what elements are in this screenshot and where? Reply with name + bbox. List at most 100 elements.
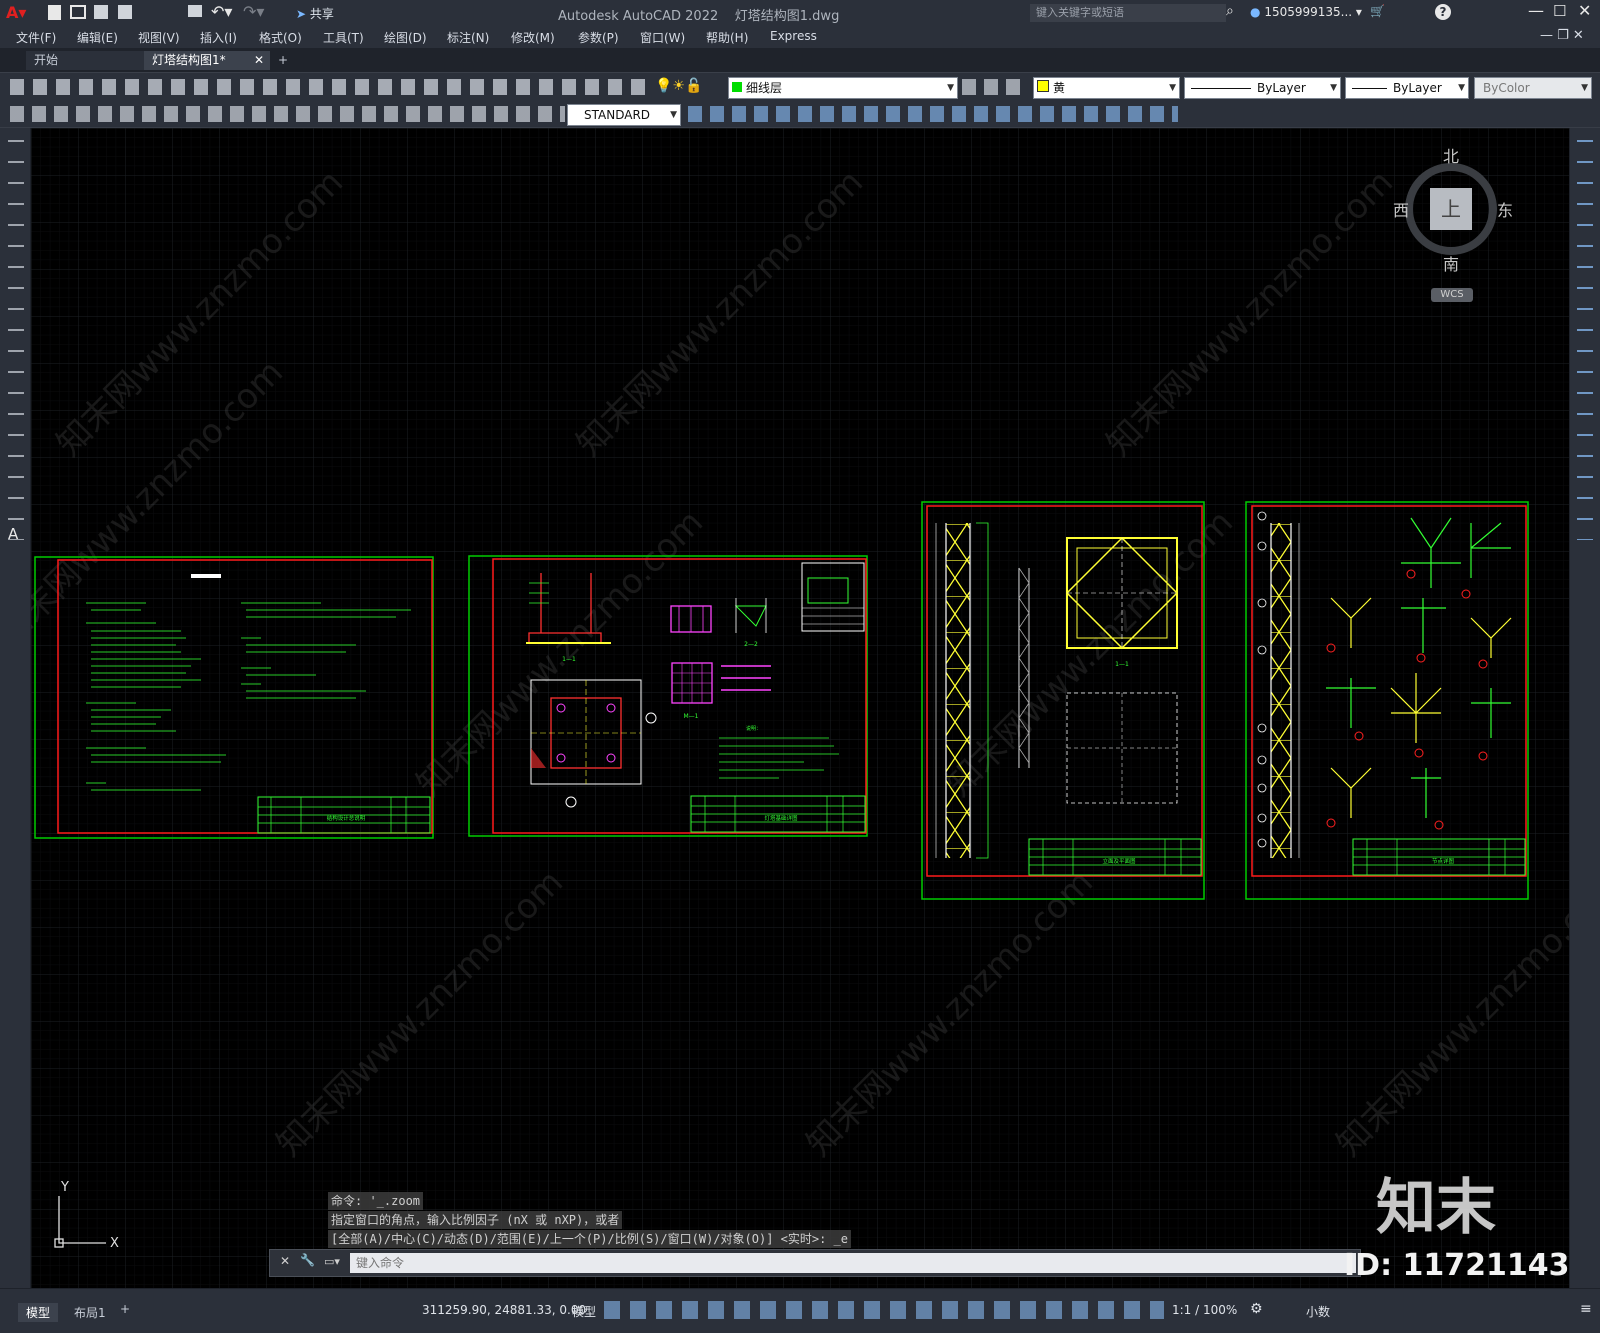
status-bar: 模型 布局1 + 311259.90, 24881.33, 0.00 模型 1:…	[0, 1289, 1600, 1333]
autocad-logo-icon[interactable]: A▾	[6, 3, 26, 23]
plotstyle-dropdown[interactable]: ByColor ▼	[1474, 77, 1592, 99]
add-layout-button[interactable]: +	[120, 1302, 130, 1316]
maximize-button[interactable]: ☐	[1553, 2, 1566, 20]
toolbar-icons-row1[interactable]	[10, 79, 650, 95]
share-icon: ➤	[296, 7, 307, 21]
ucs-x-label: X	[110, 1236, 119, 1251]
file-tab-bar: 开始 灯塔结构图1* ✕ +	[0, 48, 1600, 73]
doc-window-controls[interactable]: — ❐ ✕	[1540, 28, 1584, 43]
file-name: 灯塔结构图1.dwg	[734, 9, 840, 24]
search-box[interactable]: 键入关键字或短语	[1030, 4, 1226, 22]
sheet-title: 节点详图	[1432, 857, 1455, 865]
menu-help[interactable]: 帮助(H)	[706, 29, 748, 46]
menu-edit[interactable]: 编辑(E)	[77, 29, 118, 46]
tab-label: 灯塔结构图1*	[152, 53, 226, 67]
redo-icon[interactable]: ↷▾	[243, 2, 264, 21]
help-icon[interactable]: ?	[1435, 4, 1451, 20]
section-label: 2—2	[744, 641, 758, 648]
tab-drawing[interactable]: 灯塔结构图1* ✕	[144, 51, 270, 70]
section-label: 1—1	[562, 656, 576, 663]
save-icon[interactable]	[94, 5, 108, 19]
menu-draw[interactable]: 绘图(D)	[384, 29, 427, 46]
plot-icon[interactable]	[188, 5, 202, 17]
close-tab-icon[interactable]: ✕	[254, 51, 264, 70]
color-dropdown[interactable]: 黄 ▼	[1033, 77, 1180, 99]
layout-tab-layout1[interactable]: 布局1	[70, 1303, 110, 1322]
draw-palette: A	[0, 128, 30, 1288]
open-file-icon[interactable]	[70, 5, 86, 19]
user-menu[interactable]: ● 1505999135... ▾	[1250, 5, 1362, 19]
menu-insert[interactable]: 插入(I)	[200, 29, 237, 46]
layer-dropdown[interactable]: 细线层 ▼	[728, 77, 958, 99]
annotation-scale[interactable]: 1:1 / 100%	[1172, 1303, 1237, 1317]
wcs-menu[interactable]: WCS	[1431, 288, 1473, 302]
drawing-canvas[interactable]: 知末网www.znzmo.com 知末网www.znzmo.com 知末网www…	[31, 128, 1569, 1288]
cart-icon[interactable]: 🛒	[1370, 4, 1385, 18]
compass-north[interactable]: 北	[1443, 143, 1459, 167]
text-style-name: STANDARD	[584, 108, 651, 122]
menu-modify[interactable]: 修改(M)	[511, 29, 555, 46]
menu-window[interactable]: 窗口(W)	[640, 29, 685, 46]
menu-dimension[interactable]: 标注(N)	[447, 29, 489, 46]
new-tab-button[interactable]: +	[270, 51, 296, 70]
share-button[interactable]: ➤ 共享	[296, 5, 334, 22]
detail-label: M—1	[684, 713, 699, 720]
draw-modify-toolbar: STANDARD ▼	[0, 101, 1600, 128]
watermark-id: ID: 1172114354	[1344, 1248, 1569, 1283]
coordinates-readout[interactable]: 311259.90, 24881.33, 0.00	[422, 1303, 586, 1317]
modify-toolbar-icons[interactable]	[688, 106, 1178, 122]
customize-icon[interactable]: 🔧	[300, 1253, 315, 1267]
settings-gear-icon[interactable]: ⚙	[1250, 1301, 1263, 1317]
modify-tools-icons[interactable]	[1577, 140, 1593, 540]
menu-parametric[interactable]: 参数(P)	[578, 29, 619, 46]
units-toggle[interactable]: 小数	[1306, 1303, 1330, 1320]
menu-view[interactable]: 视图(V)	[138, 29, 180, 46]
undo-icon[interactable]: ↶▾	[211, 2, 232, 21]
share-label: 共享	[309, 7, 334, 21]
close-window-button[interactable]: ✕	[1578, 1, 1591, 20]
layout-tab-model[interactable]: 模型	[18, 1303, 59, 1322]
menu-express[interactable]: Express	[770, 29, 817, 43]
command-input[interactable]: 键入命令	[350, 1253, 1356, 1273]
standard-toolbar: 💡☀🔓 细线层 ▼ 黄 ▼ ByLayer ▼ ByLayer ▼ ByColor ▼	[0, 73, 1600, 102]
menu-format[interactable]: 格式(O)	[259, 29, 302, 46]
lineweight-dropdown[interactable]: ByLayer ▼	[1345, 77, 1469, 99]
compass-south[interactable]: 南	[1443, 251, 1459, 275]
sheet-title: 立面及平面图	[1102, 857, 1136, 865]
model-space: 知末网www.znzmo.com 知末网www.znzmo.com 知末网www…	[31, 128, 1569, 1288]
command-history-line: 指定窗口的角点，输入比例因子 (nX 或 nXP)，或者	[328, 1211, 623, 1229]
color-swatch	[1037, 80, 1049, 92]
tab-start[interactable]: 开始	[26, 51, 152, 70]
lineweight-name: ByLayer	[1393, 81, 1442, 95]
dimension-toolbar-icons[interactable]	[10, 106, 565, 122]
compass-west[interactable]: 西	[1393, 197, 1409, 221]
status-toggle-icons[interactable]	[604, 1301, 1164, 1319]
color-name: 黄	[1053, 81, 1066, 95]
command-prompt-icon[interactable]: ▭▾	[324, 1255, 340, 1268]
model-space-toggle[interactable]: 模型	[572, 1303, 596, 1320]
title-bar: A▾ ↶▾ ↷▾ ➤ 共享 Autodesk AutoCAD 2022 灯塔结构…	[0, 0, 1600, 26]
user-icon: ●	[1250, 5, 1261, 19]
draw-tools-icons[interactable]	[8, 140, 24, 540]
text-tool-icon[interactable]: A	[8, 525, 18, 543]
layer-tools-icons[interactable]	[962, 79, 1022, 95]
window-title: Autodesk AutoCAD 2022 灯塔结构图1.dwg	[558, 5, 839, 24]
ucs-y-label: Y	[60, 1180, 69, 1195]
user-name: 1505999135...	[1264, 5, 1353, 19]
command-history-line: 命令: '_.zoom	[328, 1192, 424, 1210]
viewcube-top-face[interactable]: 上	[1430, 188, 1472, 230]
minimize-button[interactable]: —	[1528, 1, 1544, 20]
save-as-icon[interactable]	[118, 5, 132, 19]
layer-state-icons[interactable]: 💡☀🔓	[655, 78, 702, 94]
linetype-dropdown[interactable]: ByLayer ▼	[1184, 77, 1341, 99]
search-icon[interactable]: ⌕	[1226, 3, 1234, 19]
viewcube[interactable]: 上 北 南 西 东 WCS	[1393, 143, 1517, 313]
customize-status-icon[interactable]: ≡	[1580, 1301, 1592, 1317]
compass-east[interactable]: 东	[1497, 197, 1513, 221]
menu-tools[interactable]: 工具(T)	[323, 29, 364, 46]
close-command-icon[interactable]: ✕	[280, 1254, 290, 1268]
text-style-dropdown[interactable]: STANDARD ▼	[567, 104, 681, 126]
menu-file[interactable]: 文件(F)	[16, 29, 56, 46]
new-file-icon[interactable]	[48, 5, 61, 20]
sheet-title: 灯塔基础详图	[764, 814, 798, 822]
